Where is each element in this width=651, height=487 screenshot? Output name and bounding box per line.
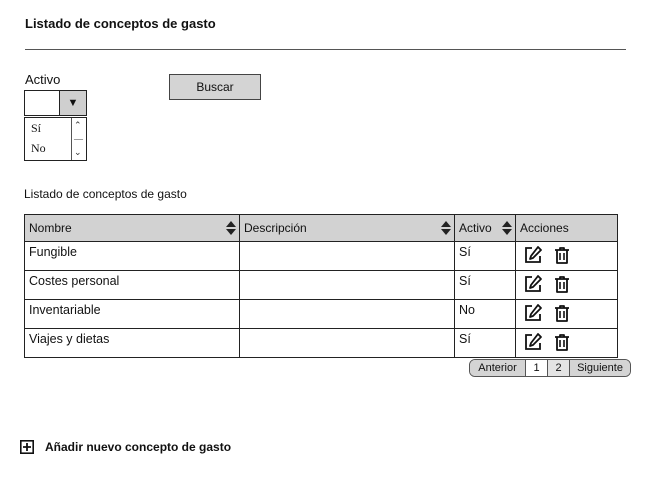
table-header-row: Nombre Descripción Activo Acciones xyxy=(24,214,618,242)
activo-filter-label: Activo xyxy=(25,72,61,87)
edit-icon[interactable] xyxy=(523,332,543,352)
search-button[interactable]: Buscar xyxy=(169,74,261,100)
title-divider xyxy=(25,49,626,50)
table-row[interactable]: Costes personal Sí xyxy=(24,270,618,300)
trash-icon[interactable] xyxy=(552,303,572,323)
edit-icon[interactable] xyxy=(523,303,543,323)
cell-nombre: Costes personal xyxy=(24,270,240,300)
cell-acciones xyxy=(515,299,618,329)
scroll-up-icon[interactable]: ⌃ xyxy=(74,121,82,130)
cell-acciones xyxy=(515,241,618,271)
trash-icon[interactable] xyxy=(552,245,572,265)
column-header-descripcion[interactable]: Descripción xyxy=(239,214,455,242)
sort-icon[interactable] xyxy=(226,221,236,235)
column-header-activo[interactable]: Activo xyxy=(454,214,516,242)
column-label-descripcion: Descripción xyxy=(244,221,307,235)
table-row[interactable]: Fungible Sí xyxy=(24,241,618,271)
column-header-nombre[interactable]: Nombre xyxy=(24,214,240,242)
cell-descripcion xyxy=(239,328,455,358)
cell-descripcion xyxy=(239,241,455,271)
column-label-nombre: Nombre xyxy=(29,221,72,235)
table-row[interactable]: Viajes y dietas Sí xyxy=(24,328,618,358)
cell-nombre: Fungible xyxy=(24,241,240,271)
column-label-acciones: Acciones xyxy=(520,221,569,235)
plus-square-icon xyxy=(20,440,34,454)
dropdown-arrow-icon[interactable]: ▼ xyxy=(59,91,86,115)
cell-activo: Sí xyxy=(454,270,516,300)
scroll-down-icon[interactable]: ⌄ xyxy=(74,148,82,157)
trash-icon[interactable] xyxy=(552,332,572,352)
cell-activo: Sí xyxy=(454,241,516,271)
cell-activo: No xyxy=(454,299,516,329)
pagination-prev-button[interactable]: Anterior xyxy=(470,360,526,376)
trash-icon[interactable] xyxy=(552,274,572,294)
add-concepto-label: Añadir nuevo concepto de gasto xyxy=(45,440,232,454)
column-label-activo: Activo xyxy=(459,221,492,235)
activo-option-no[interactable]: No xyxy=(31,141,46,156)
sort-icon[interactable] xyxy=(441,221,451,235)
list-section-title: Listado de conceptos de gasto xyxy=(24,187,187,201)
cell-acciones xyxy=(515,270,618,300)
pagination-page-2[interactable]: 2 xyxy=(548,360,570,376)
pagination: Anterior 1 2 Siguiente xyxy=(469,359,631,377)
cell-activo: Sí xyxy=(454,328,516,358)
cell-acciones xyxy=(515,328,618,358)
add-concepto-button[interactable]: Añadir nuevo concepto de gasto xyxy=(20,440,231,454)
conceptos-table: Nombre Descripción Activo Acciones Fungi… xyxy=(24,214,618,358)
cell-nombre: Viajes y dietas xyxy=(24,328,240,358)
edit-icon[interactable] xyxy=(523,245,543,265)
cell-nombre: Inventariable xyxy=(24,299,240,329)
pagination-page-1[interactable]: 1 xyxy=(526,360,548,376)
activo-select[interactable]: ▼ xyxy=(24,90,87,116)
sort-icon[interactable] xyxy=(502,221,512,235)
cell-descripcion xyxy=(239,270,455,300)
table-row[interactable]: Inventariable No xyxy=(24,299,618,329)
page-title: Listado de conceptos de gasto xyxy=(25,16,216,31)
activo-dropdown-list: Sí No ⌃ — ⌄ xyxy=(24,117,87,161)
cell-descripcion xyxy=(239,299,455,329)
activo-option-si[interactable]: Sí xyxy=(31,121,41,136)
dropdown-scrollbar[interactable]: ⌃ — ⌄ xyxy=(71,118,86,160)
pagination-next-button[interactable]: Siguiente xyxy=(570,360,630,376)
column-header-acciones: Acciones xyxy=(515,214,618,242)
edit-icon[interactable] xyxy=(523,274,543,294)
scroll-thumb[interactable]: — xyxy=(74,135,83,144)
